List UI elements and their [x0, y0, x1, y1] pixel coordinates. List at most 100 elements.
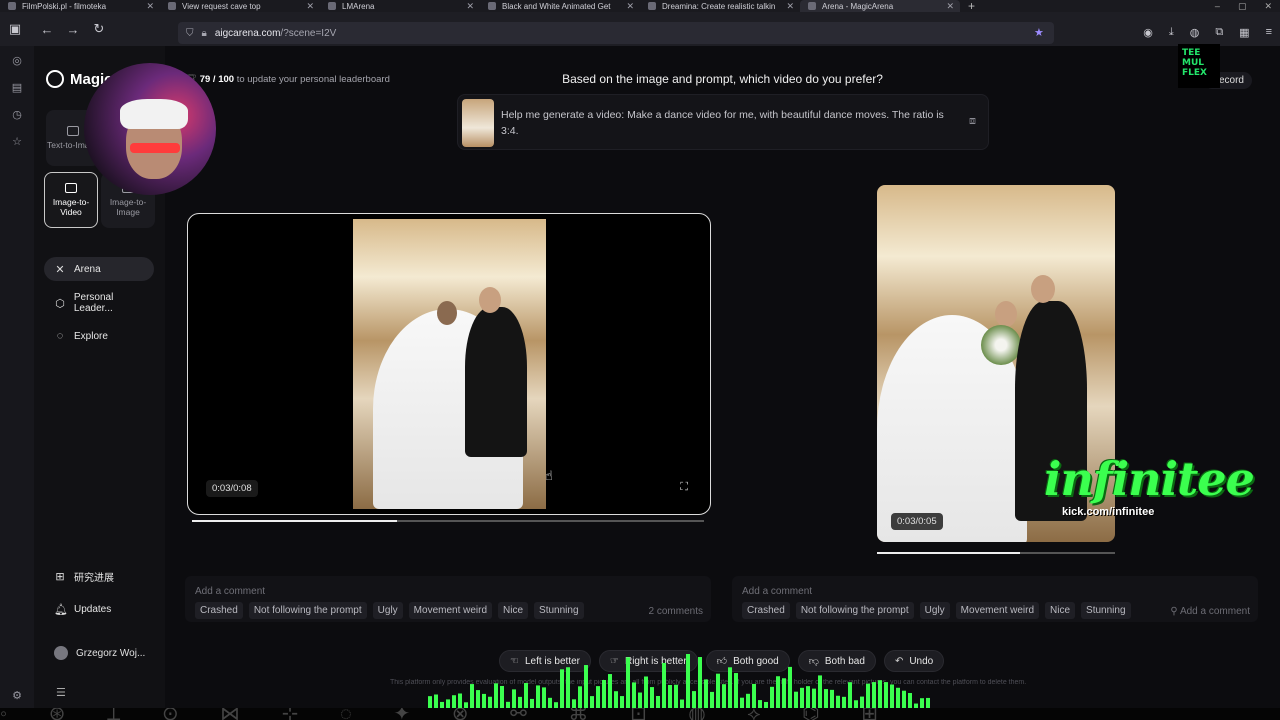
- prompt-card: Help me generate a video: Make a dance v…: [457, 94, 989, 150]
- close-tab-icon[interactable]: ✕: [306, 0, 314, 12]
- research-icon: ⊞: [55, 570, 65, 583]
- browser-tab-bar: FilmPolski.pl - filmoteka ✕ View request …: [0, 0, 1280, 12]
- right-video-scrubber[interactable]: [877, 552, 1115, 554]
- channel-logo: TEE MUL FLEX: [1178, 44, 1220, 88]
- right-comment-box[interactable]: Add a comment Crashed Not following the …: [732, 576, 1258, 622]
- image-expand-icon[interactable]: ⧈: [969, 115, 976, 128]
- extension-icon[interactable]: ◍: [1190, 26, 1200, 39]
- url-path: /?scene=I2V: [280, 27, 337, 39]
- url-host: aigcarena.com: [214, 27, 281, 39]
- left-video-player[interactable]: 0:03/0:08 ⛶: [187, 213, 711, 515]
- minimize-icon[interactable]: –: [1215, 0, 1220, 12]
- favicon-icon: [488, 2, 496, 10]
- tag-ugly[interactable]: Ugly: [919, 602, 950, 619]
- nav-explore[interactable]: ◌ Explore: [44, 324, 154, 348]
- left-comment-box[interactable]: Add a comment Crashed Not following the …: [185, 576, 711, 622]
- visualizer-bar: [872, 682, 876, 710]
- visualizer-bar: [494, 683, 498, 710]
- bookmark-star-icon[interactable]: ★: [1034, 26, 1044, 39]
- tag-crashed[interactable]: Crashed: [195, 602, 243, 619]
- forward-icon[interactable]: →: [62, 18, 84, 40]
- favicon-icon: [8, 2, 16, 10]
- shield-icon: ⛉: [186, 27, 194, 39]
- reload-icon[interactable]: ↻: [88, 18, 110, 40]
- tag-movement-weird[interactable]: Movement weird: [408, 602, 493, 619]
- left-comment-input[interactable]: Add a comment: [195, 586, 265, 597]
- puzzle-icon[interactable]: ⧉: [1215, 26, 1223, 39]
- new-tab-icon[interactable]: +: [960, 0, 983, 12]
- browser-tab[interactable]: LMArena ✕: [320, 0, 480, 12]
- nav-arena[interactable]: ✕ Arena: [44, 257, 154, 281]
- nav-updates[interactable]: 🔔︎ Updates: [44, 597, 154, 621]
- camera-icon[interactable]: ◉: [1143, 26, 1153, 39]
- close-tab-icon[interactable]: ✕: [626, 0, 634, 12]
- add-comment-link[interactable]: ⚲ Add a comment: [1170, 606, 1250, 617]
- tag-stunning[interactable]: Stunning: [534, 602, 584, 619]
- mode-image-to-video[interactable]: Image-to-Video: [44, 172, 98, 228]
- download-icon[interactable]: ⤓: [1169, 26, 1174, 39]
- browser-tab[interactable]: Dreamina: Create realistic talkin ✕: [640, 0, 800, 12]
- close-tab-icon[interactable]: ✕: [786, 0, 794, 12]
- magic-logo-icon: [46, 70, 64, 88]
- comment-count[interactable]: 2 comments: [649, 606, 703, 617]
- back-icon[interactable]: ←: [36, 18, 58, 40]
- browser-tab[interactable]: View request cave top ✕: [160, 0, 320, 12]
- menu-icon[interactable]: ≡: [1266, 26, 1272, 39]
- tag-crashed[interactable]: Crashed: [742, 602, 790, 619]
- tag-not-following-prompt[interactable]: Not following the prompt: [248, 602, 367, 619]
- visualizer-bar: [536, 685, 540, 710]
- visualizer-bar: [824, 689, 828, 710]
- visualizer-bar: [770, 686, 774, 710]
- sidebar-toggle-icon[interactable]: ▣: [4, 18, 26, 40]
- favicon-icon: [168, 2, 176, 10]
- close-tab-icon[interactable]: ✕: [946, 0, 954, 12]
- visualizer-bar: [596, 686, 600, 710]
- close-tab-icon[interactable]: ✕: [146, 0, 154, 12]
- fullscreen-icon[interactable]: ⛶: [680, 481, 688, 494]
- collapse-menu-icon[interactable]: ☰: [56, 686, 66, 699]
- visualizer-bar: [632, 682, 636, 710]
- browser-tab[interactable]: FilmPolski.pl - filmoteka ✕: [0, 0, 160, 12]
- nav-personal-leaderboard[interactable]: ⬡ Personal Leader...: [44, 291, 154, 315]
- visualizer-bar: [728, 667, 732, 710]
- close-tab-icon[interactable]: ✕: [466, 0, 474, 12]
- favorites-icon[interactable]: ☆: [12, 135, 22, 148]
- user-profile[interactable]: Grzegorz Woj...: [54, 646, 145, 660]
- tag-not-following-prompt[interactable]: Not following the prompt: [795, 602, 914, 619]
- image-icon: [67, 126, 79, 136]
- prompt-image-thumbnail[interactable]: [462, 99, 494, 147]
- wallet-icon[interactable]: ▤: [12, 81, 22, 94]
- nav-research[interactable]: ⊞ 研究进展: [44, 564, 154, 588]
- browser-tab[interactable]: Black and White Animated Get ✕: [480, 0, 640, 12]
- visualizer-bar: [734, 673, 738, 710]
- tag-movement-weird[interactable]: Movement weird: [955, 602, 1040, 619]
- right-comment-input[interactable]: Add a comment: [742, 586, 812, 597]
- visualizer-bar: [470, 684, 474, 710]
- mouse-cursor: ☝: [545, 468, 553, 483]
- tag-ugly[interactable]: Ugly: [372, 602, 403, 619]
- browser-tab-active[interactable]: Arena - MagicArena ✕: [800, 0, 960, 12]
- calendar-icon[interactable]: ▦: [1239, 26, 1249, 39]
- visualizer-bar: [500, 685, 504, 710]
- visualizer-bar: [896, 687, 900, 710]
- visualizer-bar: [782, 678, 786, 710]
- favicon-icon: [328, 2, 336, 10]
- address-bar[interactable]: ⛉ 🔒︎ aigcarena.com/?scene=I2V: [178, 22, 1054, 44]
- visualizer-bar: [704, 679, 708, 710]
- settings-icon[interactable]: ⚙: [12, 689, 22, 702]
- tag-stunning[interactable]: Stunning: [1081, 602, 1131, 619]
- tag-nice[interactable]: Nice: [1045, 602, 1076, 619]
- toolbar-extensions: ◉ ⤓ ◍ ⧉ ▦ ≡: [1143, 26, 1272, 39]
- tag-nice[interactable]: Nice: [498, 602, 529, 619]
- left-tags: Crashed Not following the prompt Ugly Mo…: [195, 602, 584, 619]
- ai-icon[interactable]: ◎: [12, 54, 22, 67]
- visualizer-bar: [608, 674, 612, 710]
- visualizer-bar: [866, 683, 870, 710]
- close-window-icon[interactable]: ✕: [1264, 0, 1272, 12]
- main-content: 🏆︎ 79 / 100 to update your personal lead…: [165, 46, 1280, 720]
- right-video-time: 0:03/0:05: [891, 513, 943, 530]
- maximize-icon[interactable]: ▢: [1238, 0, 1247, 12]
- history-icon[interactable]: ◷: [12, 108, 22, 121]
- visualizer-bar: [818, 675, 822, 710]
- left-video-scrubber[interactable]: [192, 520, 704, 522]
